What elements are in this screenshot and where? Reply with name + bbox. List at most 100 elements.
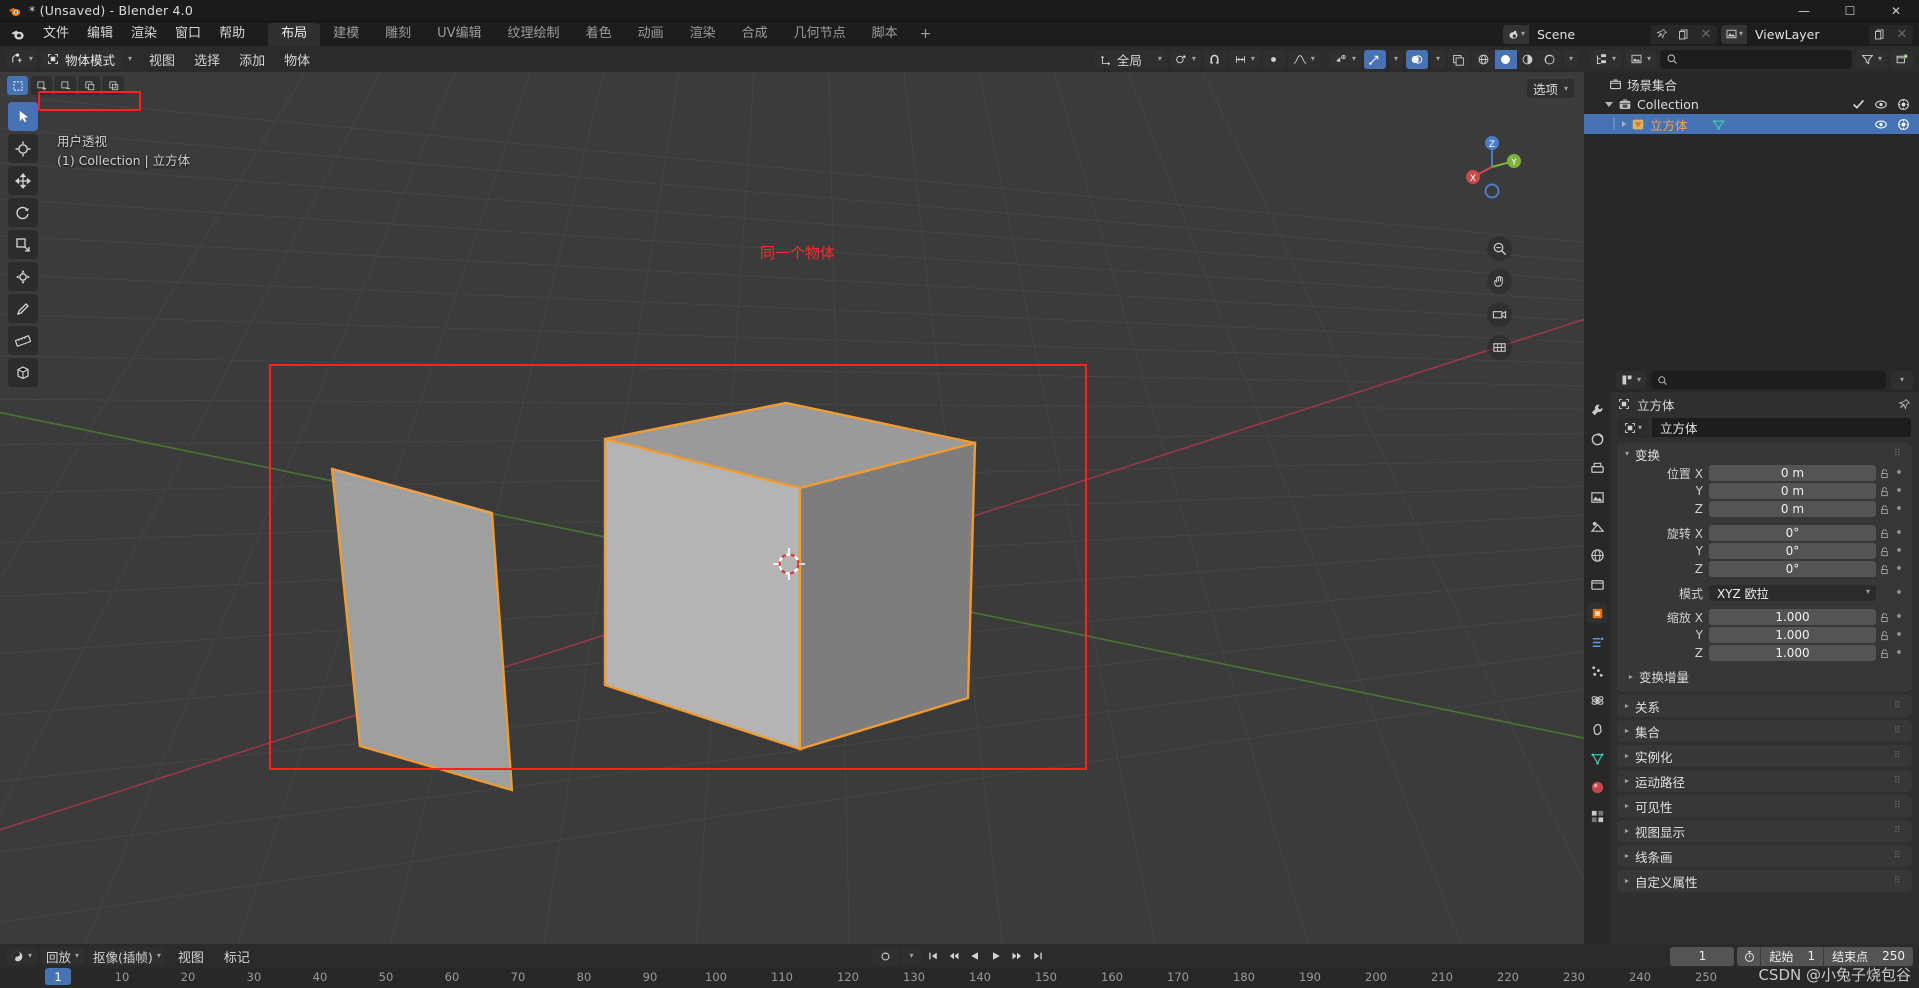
tool-transform[interactable] [8,262,38,291]
tab-tool[interactable] [1587,400,1607,420]
overlay-settings-button[interactable]: ▾ [1430,50,1445,68]
tab-particles[interactable] [1587,661,1607,681]
lock-icon[interactable] [1876,564,1892,575]
animate-dot-icon[interactable]: • [1892,628,1906,642]
shading-settings-button[interactable]: ▾ [1563,50,1578,68]
outliner-row-collection[interactable]: Collection [1584,94,1919,114]
tab-scene[interactable] [1587,516,1607,536]
new-viewlayer-icon[interactable] [1869,25,1891,44]
viewport-menu-select[interactable]: 选择 [186,49,228,70]
keying-popover[interactable]: ▾ [901,947,922,965]
select-box-icon[interactable] [7,76,28,95]
tab-view-layer[interactable] [1587,487,1607,507]
scene-icon[interactable]: ▾ [1503,24,1529,44]
shading-rendered-icon[interactable] [1539,50,1561,69]
panel-header[interactable]: ▾ 实例化 ⠿ [1617,745,1912,767]
timeline-editor-type-button[interactable]: ▾ [6,947,38,965]
lock-icon[interactable] [1876,486,1892,497]
tab-shading[interactable]: 着色 [573,23,625,46]
expand-triangle-icon[interactable] [1622,121,1627,127]
lock-icon[interactable] [1876,468,1892,479]
end-frame-input[interactable]: 结束点 250 [1824,947,1913,966]
viewlayer-icon[interactable]: ▾ [1721,24,1747,44]
gizmo-settings-button[interactable]: ▾ [1388,50,1403,68]
playhead[interactable]: 1 [45,968,71,985]
animate-dot-icon[interactable]: • [1892,502,1906,516]
timeline-menu-marker[interactable]: 标记 [216,946,258,967]
panel-header[interactable]: ▾ 视图显示 ⠿ [1617,820,1912,842]
jump-end-button[interactable] [1029,947,1048,966]
tool-add-cube[interactable] [8,358,38,387]
show-gizmo-icon[interactable] [1363,49,1386,69]
panel-header[interactable]: ▾ 关系 ⠿ [1617,695,1912,717]
outliner-search-input[interactable] [1660,49,1852,69]
viewport-canvas[interactable] [0,72,1584,968]
panel-custom-properties[interactable]: ▾ 自定义属性 ⠿ [1617,870,1912,892]
tab-constraints[interactable] [1587,719,1607,739]
pan-hand-icon[interactable] [1487,269,1512,294]
tab-world[interactable] [1587,545,1607,565]
camera-view-icon[interactable] [1487,302,1512,327]
jump-start-button[interactable] [924,947,943,966]
select-subtract-icon[interactable] [55,76,76,95]
use-preview-range-icon[interactable] [1737,947,1760,966]
properties-search-input[interactable] [1651,371,1886,389]
panel-viewport-display[interactable]: ▾ 视图显示 ⠿ [1617,820,1912,842]
panel-header[interactable]: ▾ 可见性 ⠿ [1617,795,1912,817]
mesh-data-icon[interactable] [1711,118,1727,131]
expand-triangle-icon[interactable] [1605,101,1613,107]
menu-edit[interactable]: 编辑 [78,24,122,44]
panel-header[interactable]: ▾ 运动路径 ⠿ [1617,770,1912,792]
rotation-y-input[interactable]: 0° [1709,543,1876,559]
tab-render[interactable] [1587,429,1607,449]
tool-move[interactable] [8,166,38,195]
prev-keyframe-button[interactable] [945,947,964,966]
menu-file[interactable]: 文件 [34,24,78,44]
start-frame-input[interactable]: 起始 1 [1761,947,1823,966]
animate-dot-icon[interactable]: • [1892,646,1906,660]
interaction-mode-selector[interactable]: 物体模式 [41,49,124,69]
transform-orientation-selector[interactable]: 全局 ▾ [1094,50,1167,68]
select-difference-icon[interactable] [79,76,100,95]
timeline-menu-view[interactable]: 视图 [170,946,212,967]
close-button[interactable]: ✕ [1873,0,1919,22]
tab-collection[interactable] [1587,574,1607,594]
tool-tweak[interactable] [8,102,38,131]
animate-dot-icon[interactable]: • [1892,586,1906,600]
pin-id-icon[interactable] [1898,398,1911,411]
auto-keying-icon[interactable] [871,946,900,966]
pivot-point-selector[interactable]: ▾ [1169,50,1201,68]
tab-material[interactable] [1587,777,1607,797]
animate-dot-icon[interactable]: • [1892,484,1906,498]
visibility-selector[interactable]: ▾ [1328,50,1361,68]
menu-help[interactable]: 帮助 [210,24,254,44]
maximize-button[interactable]: ☐ [1827,0,1873,22]
animate-dot-icon[interactable]: • [1892,610,1906,624]
show-overlays-icon[interactable] [1405,49,1428,69]
select-extend-icon[interactable] [31,76,52,95]
panel-collections[interactable]: ▾ 集合 ⠿ [1617,720,1912,742]
viewport-options-button[interactable]: 选项 ▾ [1526,79,1574,98]
next-keyframe-button[interactable] [1008,947,1027,966]
select-intersect-icon[interactable] [103,76,124,95]
transform-panel-header[interactable]: ▾ 变换 ⠿ [1617,443,1912,465]
lock-icon[interactable] [1876,528,1892,539]
editor-type-button[interactable]: ▾ [6,50,39,68]
menu-render[interactable]: 渲染 [122,24,166,44]
outliner-editor-type-button[interactable]: ▾ [1590,50,1622,68]
shading-material-icon[interactable] [1517,50,1539,69]
proportional-edit-icon[interactable] [1262,49,1285,69]
zoom-icon[interactable] [1487,236,1512,261]
properties-filter-button[interactable]: ▾ [1891,370,1913,390]
snap-settings-button[interactable]: ▾ [1228,50,1260,68]
properties-editor-type-button[interactable]: ▾ [1616,371,1647,389]
keying-menu[interactable]: 抠像(插帧) ▾ [88,947,166,965]
playback-menu[interactable]: 回放 ▾ [41,947,85,965]
panel-header[interactable]: ▾ 自定义属性 ⠿ [1617,870,1912,892]
scene-name[interactable]: Scene [1529,24,1651,44]
panel-motion-paths[interactable]: ▾ 运动路径 ⠿ [1617,770,1912,792]
tool-annotate[interactable] [8,294,38,323]
tab-uv-editing[interactable]: UV编辑 [424,23,494,46]
panel-instancing[interactable]: ▾ 实例化 ⠿ [1617,745,1912,767]
add-workspace-button[interactable]: + [911,23,941,45]
